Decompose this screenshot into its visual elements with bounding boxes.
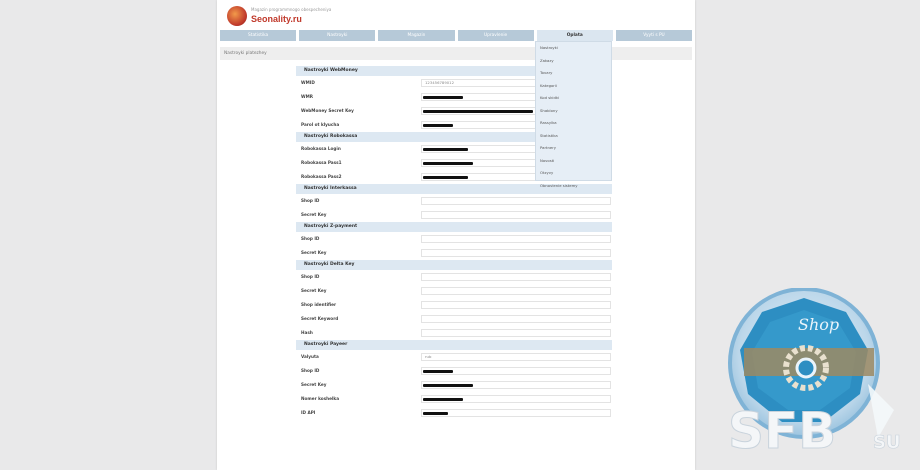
main-nav: Statistika Nastroyki Magazin Upravlenie Opla… — [220, 30, 693, 41]
field-label: Secret Key — [301, 288, 327, 293]
form-row: Shop identifier — [296, 298, 612, 312]
nav-tab[interactable]: Oplata — [536, 30, 613, 41]
form-row: Shop ID — [296, 194, 612, 208]
redaction-mark — [423, 96, 463, 99]
dropdown-menu-item[interactable]: Zakazy — [536, 55, 611, 68]
form-row: Secret Key — [296, 208, 612, 222]
site-logo[interactable]: Magazin programmnogo obespecheniya Seona… — [227, 6, 331, 28]
dropdown-menu-item[interactable]: Partnery — [536, 142, 611, 155]
dropdown-menu-item[interactable]: Novosti — [536, 155, 611, 168]
text-input[interactable] — [421, 287, 611, 295]
field-label: Robokassa Login — [301, 146, 341, 151]
text-input[interactable] — [421, 329, 611, 337]
nav-tab[interactable]: Magazin — [378, 30, 455, 41]
field-label: Shop ID — [301, 274, 320, 279]
redaction-mark — [423, 110, 533, 113]
form-row: Secret Key — [296, 378, 612, 392]
form-row: Hash — [296, 326, 612, 340]
text-input[interactable] — [421, 301, 611, 309]
dropdown-menu-item[interactable]: Nastroyki — [536, 42, 611, 55]
field-label: ID API — [301, 410, 316, 415]
page-subtitle: Nastroyki platezhey — [220, 47, 692, 60]
form-row: Shop ID — [296, 232, 612, 246]
form-row: Secret Keyword — [296, 312, 612, 326]
field-label: WMR — [301, 94, 314, 99]
field-label: Shop ID — [301, 198, 320, 203]
redaction-mark — [423, 162, 473, 165]
logo-emblem-icon — [227, 6, 247, 26]
text-input[interactable] — [421, 235, 611, 243]
nav-tab[interactable]: Statistika — [220, 30, 297, 41]
watermark-tld-text: SU — [873, 432, 901, 453]
text-input[interactable] — [421, 315, 611, 323]
text-input[interactable] — [421, 211, 611, 219]
redaction-mark — [423, 384, 473, 387]
field-label: Nomer koshelka — [301, 396, 340, 401]
nav-tab[interactable]: Nastroyki — [299, 30, 376, 41]
text-input[interactable] — [421, 409, 611, 417]
text-input[interactable] — [421, 273, 611, 281]
redaction-mark — [423, 398, 463, 401]
redaction-mark — [423, 148, 468, 151]
field-label: Shop identifier — [301, 302, 337, 307]
form-row: ID API — [296, 406, 612, 420]
dropdown-menu-item[interactable]: Rassylka — [536, 117, 611, 130]
badge-text: Shop — [798, 315, 839, 334]
nav-tab[interactable]: Vyyti s PU — [615, 30, 693, 41]
dropdown-menu-item[interactable]: Shablony — [536, 105, 611, 118]
dropdown-menu-item[interactable]: Tovary — [536, 67, 611, 80]
form-row: Shop ID — [296, 364, 612, 378]
field-label: Shop ID — [301, 236, 320, 241]
dropdown-menu-item[interactable]: Kategorii — [536, 80, 611, 93]
section-header: Nastroyki Payeer — [296, 340, 612, 350]
field-label: Shop ID — [301, 368, 320, 373]
field-label: Secret Keyword — [301, 316, 339, 321]
field-label: Secret Key — [301, 382, 327, 387]
form-row: Nomer koshelka — [296, 392, 612, 406]
field-label: Parol ot klyucha — [301, 122, 340, 127]
field-label: Robokassa Pass1 — [301, 160, 342, 165]
dropdown-menu-item[interactable]: Otzyvy — [536, 167, 611, 180]
text-input[interactable] — [421, 197, 611, 205]
field-label: Robokassa Pass2 — [301, 174, 342, 179]
redaction-mark — [423, 412, 448, 415]
dropdown-menu-item[interactable]: Statistika — [536, 130, 611, 143]
field-label: Secret Key — [301, 212, 327, 217]
field-label: Secret Key — [301, 250, 327, 255]
text-input[interactable]: rub — [421, 353, 611, 361]
sfb-watermark-logo: Shop SFB SU — [728, 288, 901, 461]
watermark-brand-text: SFB — [728, 402, 836, 460]
form-row: Secret Key — [296, 246, 612, 260]
nav-tab[interactable]: Upravlenie — [457, 30, 534, 41]
payments-dropdown-menu: Nastroyki Zakazy Tovary Kategorii Kod skidki… — [535, 41, 612, 188]
field-label: WebMoney Secret Key — [301, 108, 354, 113]
field-label: Hash — [301, 330, 313, 335]
form-row: Valyuta rub — [296, 350, 612, 364]
section-header: Nastroyki Delta Key — [296, 260, 612, 270]
section-header: Nastroyki Z-payment — [296, 222, 612, 232]
redaction-mark — [423, 124, 453, 127]
logo-tagline: Magazin programmnogo obespecheniya — [251, 7, 332, 12]
field-label: WMID — [301, 80, 315, 85]
text-input[interactable] — [421, 249, 611, 257]
form-row: Secret Key — [296, 284, 612, 298]
logo-text: Seonality.ru — [251, 14, 302, 24]
redaction-mark — [423, 370, 453, 373]
field-label: Valyuta — [301, 354, 319, 359]
form-row: Shop ID — [296, 270, 612, 284]
redaction-mark — [423, 176, 468, 179]
dropdown-menu-item[interactable]: Obnovlenie sistemy — [536, 180, 611, 193]
browser-page: Magazin programmnogo obespecheniya Seona… — [217, 0, 695, 470]
dropdown-menu-item[interactable]: Kod skidki — [536, 92, 611, 105]
